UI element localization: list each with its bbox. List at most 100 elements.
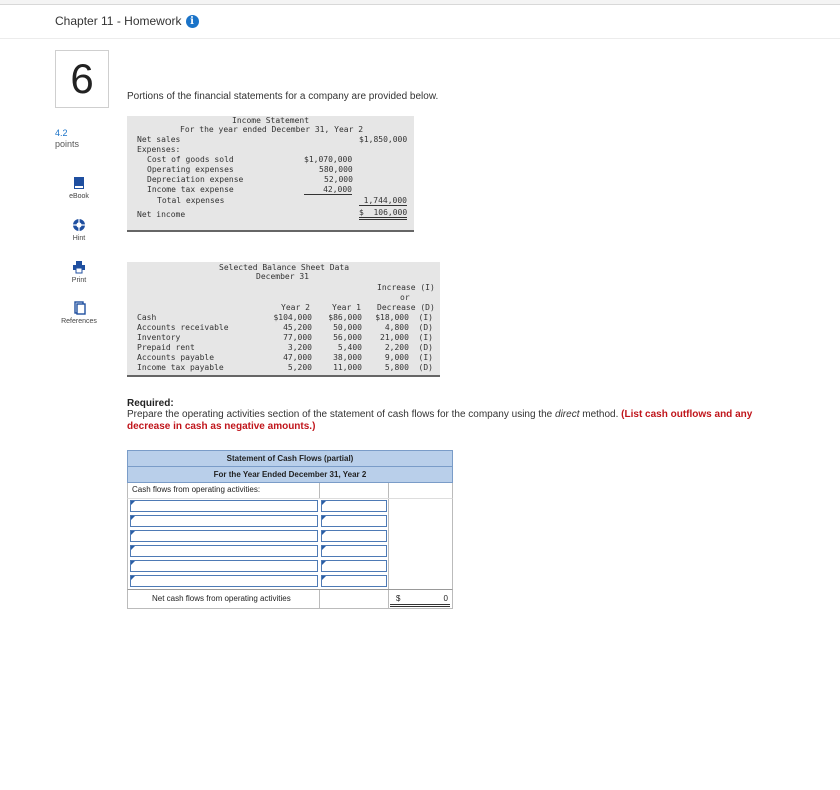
bs-row-change: 21,000 (I) <box>380 333 433 342</box>
references-button[interactable]: References <box>58 301 100 325</box>
required-text-b: method. <box>579 409 622 420</box>
cash-flow-section-row: Cash flows from operating activities: <box>127 483 453 499</box>
description-input[interactable] <box>130 560 318 572</box>
expense-label: Depreciation expense <box>147 175 244 184</box>
income-statement: Income Statement For the year ended Dece… <box>127 116 414 230</box>
net-sales-label: Net sales <box>137 135 181 144</box>
references-label: References <box>61 318 97 325</box>
balance-sheet-data: Selected Balance Sheet Data December 31 … <box>127 262 440 375</box>
expenses-label: Expenses: <box>137 145 181 154</box>
amount-input[interactable] <box>321 575 387 587</box>
amount-input[interactable] <box>321 530 387 542</box>
net-cash-flow-row: Net cash flows from operating activities… <box>127 589 453 609</box>
bs-row-year2: 5,200 <box>287 363 312 372</box>
column-divider <box>388 559 389 574</box>
year1-header: Year 1 <box>332 303 361 312</box>
bs-row-year2: $104,000 <box>273 313 312 322</box>
bs-row-year2: 3,200 <box>287 343 312 352</box>
bs-row-label: Income tax payable <box>137 363 224 372</box>
bs-row-year2: 47,000 <box>283 353 312 362</box>
expense-amount: 42,000 <box>304 185 352 195</box>
column-divider <box>319 590 320 608</box>
bs-row-label: Cash <box>137 313 157 322</box>
bs-row-change: 2,200 (D) <box>384 343 433 352</box>
bs-row-year1: 38,000 <box>333 353 362 362</box>
lifebuoy-icon <box>73 219 85 231</box>
net-income-label: Net income <box>137 210 186 219</box>
net-sales-value: $1,850,000 <box>359 135 408 144</box>
statement-rule <box>127 230 414 232</box>
amount-input[interactable] <box>321 545 387 557</box>
column-divider <box>388 499 389 514</box>
bs-row-label: Inventory <box>137 333 181 342</box>
required-text-italic: direct <box>555 409 580 420</box>
description-input[interactable] <box>130 530 318 542</box>
ebook-label: eBook <box>69 193 89 200</box>
net-cash-flow-currency: $ <box>396 594 401 603</box>
bs-row-label: Accounts payable <box>137 353 215 362</box>
header-divider <box>0 38 840 39</box>
bs-row-label: Prepaid rent <box>137 343 195 352</box>
amount-input[interactable] <box>321 500 387 512</box>
income-statement-title: Income Statement <box>232 116 310 125</box>
points-value: 4.2 <box>55 128 68 138</box>
ebook-button[interactable]: eBook <box>58 176 100 200</box>
column-divider <box>388 590 389 608</box>
required-instructions: Prepare the operating activities section… <box>127 409 777 433</box>
cash-flow-section-label: Cash flows from operating activities: <box>132 485 261 494</box>
change-header-line2: or <box>400 293 410 302</box>
cash-flow-form-header: Statement of Cash Flows (partial) For th… <box>127 450 453 483</box>
column-divider <box>388 529 389 544</box>
expense-amount: 580,000 <box>319 165 353 174</box>
bs-row-year1: $86,000 <box>328 313 362 322</box>
description-input[interactable] <box>130 515 318 527</box>
hint-button[interactable]: Hint <box>58 218 100 242</box>
description-input[interactable] <box>130 500 318 512</box>
expense-label: Operating expenses <box>147 165 234 174</box>
total-expenses-label: Total expenses <box>157 196 225 205</box>
description-input[interactable] <box>130 575 318 587</box>
cash-flow-form-subtitle: For the Year Ended December 31, Year 2 <box>128 466 452 482</box>
year2-header: Year 2 <box>281 303 310 312</box>
bs-row-year1: 56,000 <box>333 333 362 342</box>
bs-row-year1: 11,000 <box>333 363 362 372</box>
cash-flow-input-row <box>127 514 453 529</box>
question-prompt: Portions of the financial statements for… <box>127 91 439 102</box>
bs-row-change: $18,000 (I) <box>375 313 433 322</box>
description-input[interactable] <box>130 545 318 557</box>
print-label: Print <box>71 277 87 284</box>
cash-flow-input-row <box>127 559 453 574</box>
bs-row-year2: 45,200 <box>283 323 312 332</box>
column-divider <box>388 514 389 529</box>
bs-row-change: 9,000 (I) <box>384 353 433 362</box>
cash-flow-form: Statement of Cash Flows (partial) For th… <box>127 450 453 609</box>
question-number: 6 <box>55 50 109 108</box>
assignment-header: Chapter 11 - Homework i <box>55 14 199 28</box>
balance-sheet-rule <box>127 375 440 377</box>
expense-label: Cost of goods sold <box>147 155 234 164</box>
bs-row-change: 4,800 (D) <box>384 323 433 332</box>
change-header-line3: Decrease (D) <box>377 303 435 312</box>
bs-row-label: Accounts receivable <box>137 323 229 332</box>
net-cash-flow-value: 0 <box>443 594 448 603</box>
column-divider <box>388 483 389 498</box>
income-statement-subtitle: For the year ended December 31, Year 2 <box>180 125 364 134</box>
info-icon[interactable]: i <box>185 14 199 28</box>
total-expenses-value: 1,744,000 <box>359 196 407 206</box>
print-button[interactable]: Print <box>58 260 100 284</box>
required-text-a: Prepare the operating activities section… <box>127 409 556 420</box>
balance-sheet-subtitle: December 31 <box>256 272 309 281</box>
amount-input[interactable] <box>321 515 387 527</box>
bs-row-change: 5,800 (D) <box>384 363 433 372</box>
expense-amount: 52,000 <box>324 175 353 184</box>
assignment-title: Chapter 11 - Homework <box>55 14 182 28</box>
amount-input[interactable] <box>321 560 387 572</box>
book-icon <box>74 177 84 189</box>
net-income-value: $ 106,000 <box>359 208 407 220</box>
expense-label: Income tax expense <box>147 185 234 194</box>
bs-row-year1: 50,000 <box>333 323 362 332</box>
balance-sheet-title: Selected Balance Sheet Data <box>219 263 350 272</box>
required-heading: Required: <box>127 398 174 409</box>
bs-row-year1: 5,400 <box>337 343 362 352</box>
expense-amount: $1,070,000 <box>304 155 353 164</box>
